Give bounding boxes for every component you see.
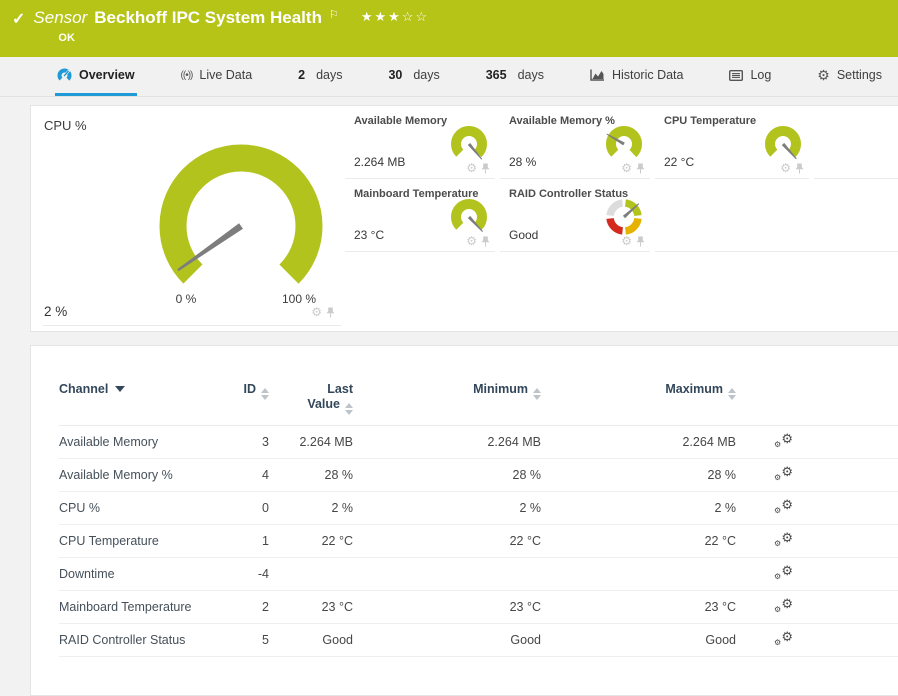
flag-icon[interactable]: ⚐ bbox=[329, 5, 339, 25]
tab-live-data[interactable]: ((•)) Live Data bbox=[179, 57, 255, 96]
sensor-kind-label: Sensor bbox=[33, 8, 87, 28]
pin-icon[interactable] bbox=[636, 236, 645, 247]
gauge-settings-gear-icon[interactable]: ⚙ bbox=[466, 162, 477, 174]
gauge-value: 2 % bbox=[44, 304, 67, 319]
gauges-panel: CPU % 0 % 100 % 2 % ⚙ bbox=[30, 105, 898, 332]
cpu-gauge-dial bbox=[141, 131, 341, 313]
broadcast-icon: ((•)) bbox=[181, 70, 193, 81]
gauge-min-label: 0 % bbox=[157, 292, 215, 306]
column-header-id[interactable]: ID bbox=[209, 382, 269, 400]
sensor-title-block: Sensor Beckhoff IPC System Health ⚐ ★★★☆… bbox=[33, 8, 429, 44]
gauge-cpu-temperature[interactable]: CPU Temperature 22 °C ⚙ bbox=[655, 106, 809, 179]
channel-settings-gears-icon[interactable]: ⚙⚙ bbox=[774, 498, 793, 515]
gauge-icon bbox=[57, 68, 72, 82]
channel-settings-gears-icon[interactable]: ⚙⚙ bbox=[774, 465, 793, 482]
channel-settings-gears-icon[interactable]: ⚙⚙ bbox=[774, 630, 793, 647]
sensor-name: Beckhoff IPC System Health bbox=[94, 8, 322, 28]
channel-settings-gears-icon[interactable]: ⚙⚙ bbox=[774, 564, 793, 581]
table-header-row: Channel ID Last Value Minimum Maximum bbox=[59, 378, 898, 426]
gauge-max-label: 100 % bbox=[267, 292, 331, 306]
gear-icon: ⚙ bbox=[817, 68, 830, 82]
chart-icon bbox=[590, 69, 605, 81]
pin-icon[interactable] bbox=[481, 163, 490, 174]
sensor-header: ✓ Sensor Beckhoff IPC System Health ⚐ ★★… bbox=[0, 0, 898, 57]
pin-icon[interactable] bbox=[636, 163, 645, 174]
main-content: CPU % 0 % 100 % 2 % ⚙ bbox=[0, 97, 898, 696]
tab-2-days[interactable]: 2 days bbox=[296, 57, 344, 96]
sort-icon bbox=[533, 388, 541, 400]
separator bbox=[655, 179, 898, 252]
column-header-minimum[interactable]: Minimum bbox=[353, 382, 541, 400]
gauge-raid-controller-status[interactable]: RAID Controller Status Good ⚙ bbox=[500, 179, 650, 252]
channel-settings-gears-icon[interactable]: ⚙⚙ bbox=[774, 432, 793, 449]
gauge-mainboard-temperature[interactable]: Mainboard Temperature 23 °C ⚙ bbox=[345, 179, 495, 252]
table-row: RAID Controller Status 5 Good Good Good … bbox=[59, 624, 898, 657]
tab-historic-data[interactable]: Historic Data bbox=[588, 57, 686, 96]
tab-settings[interactable]: ⚙ Settings bbox=[815, 57, 884, 96]
gauge-settings-gear-icon[interactable]: ⚙ bbox=[311, 306, 322, 318]
column-header-maximum[interactable]: Maximum bbox=[541, 382, 736, 400]
tab-overview[interactable]: Overview bbox=[55, 57, 137, 96]
tab-bar: Overview ((•)) Live Data 2 days 30 days … bbox=[0, 57, 898, 97]
priority-stars[interactable]: ★★★☆☆ bbox=[361, 7, 429, 27]
table-row: Available Memory % 4 28 % 28 % 28 % ⚙⚙ bbox=[59, 459, 898, 492]
gauge-title: CPU % bbox=[44, 118, 87, 133]
tab-log[interactable]: Log bbox=[727, 57, 773, 96]
gauge-settings-gear-icon[interactable]: ⚙ bbox=[621, 235, 632, 247]
table-row: Available Memory 3 2.264 MB 2.264 MB 2.2… bbox=[59, 426, 898, 459]
sort-caret-icon bbox=[115, 386, 125, 392]
separator bbox=[814, 106, 898, 179]
column-header-channel[interactable]: Channel bbox=[59, 382, 209, 396]
log-icon bbox=[729, 70, 743, 81]
gauge-settings-gear-icon[interactable]: ⚙ bbox=[621, 162, 632, 174]
table-row: CPU Temperature 1 22 °C 22 °C 22 °C ⚙⚙ bbox=[59, 525, 898, 558]
prtg-sensor-page: ✓ Sensor Beckhoff IPC System Health ⚐ ★★… bbox=[0, 0, 898, 696]
gauge-settings-gear-icon[interactable]: ⚙ bbox=[466, 235, 477, 247]
gauge-available-memory-percent[interactable]: Available Memory % 28 % ⚙ bbox=[500, 106, 650, 179]
column-header-last-value[interactable]: Last Value bbox=[269, 382, 353, 415]
tab-365-days[interactable]: 365 days bbox=[484, 57, 546, 96]
table-row: CPU % 0 2 % 2 % 2 % ⚙⚙ bbox=[59, 492, 898, 525]
pin-icon[interactable] bbox=[795, 163, 804, 174]
tab-30-days[interactable]: 30 days bbox=[386, 57, 441, 96]
sort-icon bbox=[345, 403, 353, 415]
sort-icon bbox=[728, 388, 736, 400]
channel-settings-gears-icon[interactable]: ⚙⚙ bbox=[774, 597, 793, 614]
table-row: Downtime -4 ⚙⚙ bbox=[59, 558, 898, 591]
status-check-icon: ✓ bbox=[12, 9, 25, 29]
gauge-settings-gear-icon[interactable]: ⚙ bbox=[780, 162, 791, 174]
pin-icon[interactable] bbox=[481, 236, 490, 247]
channel-settings-gears-icon[interactable]: ⚙⚙ bbox=[774, 531, 793, 548]
separator bbox=[43, 325, 341, 326]
table-row: Mainboard Temperature 2 23 °C 23 °C 23 °… bbox=[59, 591, 898, 624]
sensor-status-badge: OK bbox=[58, 32, 429, 44]
pin-icon[interactable] bbox=[326, 307, 335, 318]
gauge-cpu-percent[interactable]: CPU % 0 % 100 % 2 % ⚙ bbox=[31, 106, 345, 331]
mini-gauge-grid: Available Memory 2.264 MB ⚙ Available Me… bbox=[345, 106, 898, 331]
channel-table-panel: Channel ID Last Value Minimum Maximum bbox=[30, 345, 898, 696]
gauge-available-memory[interactable]: Available Memory 2.264 MB ⚙ bbox=[345, 106, 495, 179]
sort-icon bbox=[261, 388, 269, 400]
